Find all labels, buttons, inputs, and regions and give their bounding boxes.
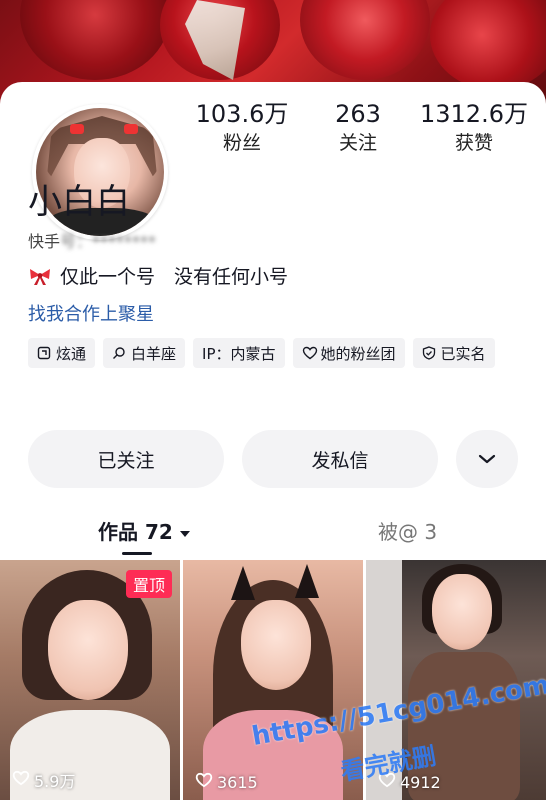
ribbon-bow-icon xyxy=(28,266,52,286)
followed-button[interactable]: 已关注 xyxy=(28,430,224,488)
thumb-person-face xyxy=(48,600,128,700)
stat-value: 263 xyxy=(335,100,381,128)
account-id-blurred: 号：******** xyxy=(60,232,157,251)
stat-following[interactable]: 263 关注 xyxy=(304,98,412,158)
cooperation-link[interactable]: 找我合作上聚星 xyxy=(28,300,154,326)
heart-outline-icon xyxy=(12,770,30,790)
caret-down-icon xyxy=(179,519,191,543)
bio-text: 仅此一个号 没有任何小号 xyxy=(60,266,289,288)
rose-decoration xyxy=(430,0,546,90)
profile-nickname: 小白白 xyxy=(28,182,130,222)
heart-outline-icon xyxy=(302,346,317,360)
hair-bow xyxy=(124,124,138,134)
tag-label: 她的粉丝团 xyxy=(320,344,396,363)
account-id[interactable]: 快手号：******** xyxy=(28,228,156,252)
action-buttons: 已关注 发私信 xyxy=(28,430,520,488)
account-prefix: 快手 xyxy=(28,232,61,251)
stat-label: 获赞 xyxy=(454,132,493,154)
hair-bow xyxy=(70,124,84,134)
heart-outline-icon xyxy=(195,772,213,792)
profile-bio: 仅此一个号 没有任何小号 xyxy=(28,262,288,289)
tag-xuantong[interactable]: 炫通 xyxy=(28,338,96,368)
stat-value: 1312.6万 xyxy=(420,100,528,128)
video-likes: 5.9万 xyxy=(12,768,75,792)
send-message-button[interactable]: 发私信 xyxy=(242,430,438,488)
shield-check-icon xyxy=(422,346,436,360)
video-likes: 3615 xyxy=(195,772,258,792)
video-thumbnail[interactable]: 置顶 5.9万 xyxy=(0,560,180,800)
tag-label: 已实名 xyxy=(440,344,486,363)
cat-ear-decoration xyxy=(231,566,255,600)
video-likes-count: 3615 xyxy=(217,772,258,792)
xuantong-icon xyxy=(37,346,51,360)
stat-followers[interactable]: 103.6万 粉丝 xyxy=(188,98,296,158)
tag-label: 白羊座 xyxy=(131,344,177,363)
tab-mentioned[interactable]: 被@ 3 xyxy=(378,516,437,545)
video-likes-count: 5.9万 xyxy=(34,772,76,791)
rose-decoration xyxy=(20,0,170,80)
more-options-button[interactable] xyxy=(456,430,518,488)
cat-ear-decoration xyxy=(295,564,319,598)
chevron-down-icon xyxy=(477,448,497,470)
content-tabs: 作品 72 被@ 3 xyxy=(0,512,546,556)
search-icon xyxy=(112,346,126,360)
tag-label: 炫通 xyxy=(56,344,87,363)
pinned-badge: 置顶 xyxy=(125,570,172,598)
video-thumbnail[interactable]: 3615 xyxy=(183,560,363,800)
tab-works[interactable]: 作品 72 xyxy=(98,516,191,545)
profile-tags: 炫通 白羊座 IP：内蒙古 她的粉丝团 已实名 xyxy=(28,338,528,368)
tag-verified: 已实名 xyxy=(412,338,495,368)
thumb-person-face xyxy=(432,574,492,650)
active-tab-indicator xyxy=(122,552,152,555)
tag-fan-club[interactable]: 她的粉丝团 xyxy=(292,338,405,368)
stat-value: 103.6万 xyxy=(195,100,289,128)
tag-ip-location: IP：内蒙古 xyxy=(193,338,285,368)
thumb-person-face xyxy=(241,600,311,690)
stat-likes[interactable]: 1312.6万 获赞 xyxy=(420,98,528,158)
stat-label: 粉丝 xyxy=(222,132,261,154)
profile-stats: 103.6万 粉丝 263 关注 1312.6万 获赞 xyxy=(188,98,528,158)
tag-zodiac[interactable]: 白羊座 xyxy=(103,338,186,368)
tag-label: IP：内蒙古 xyxy=(202,344,276,363)
stat-label: 关注 xyxy=(338,132,377,154)
rose-decoration xyxy=(300,0,430,80)
video-grid: 置顶 5.9万 3615 4912 xyxy=(0,560,546,800)
tab-works-label: 作品 72 xyxy=(98,520,173,544)
